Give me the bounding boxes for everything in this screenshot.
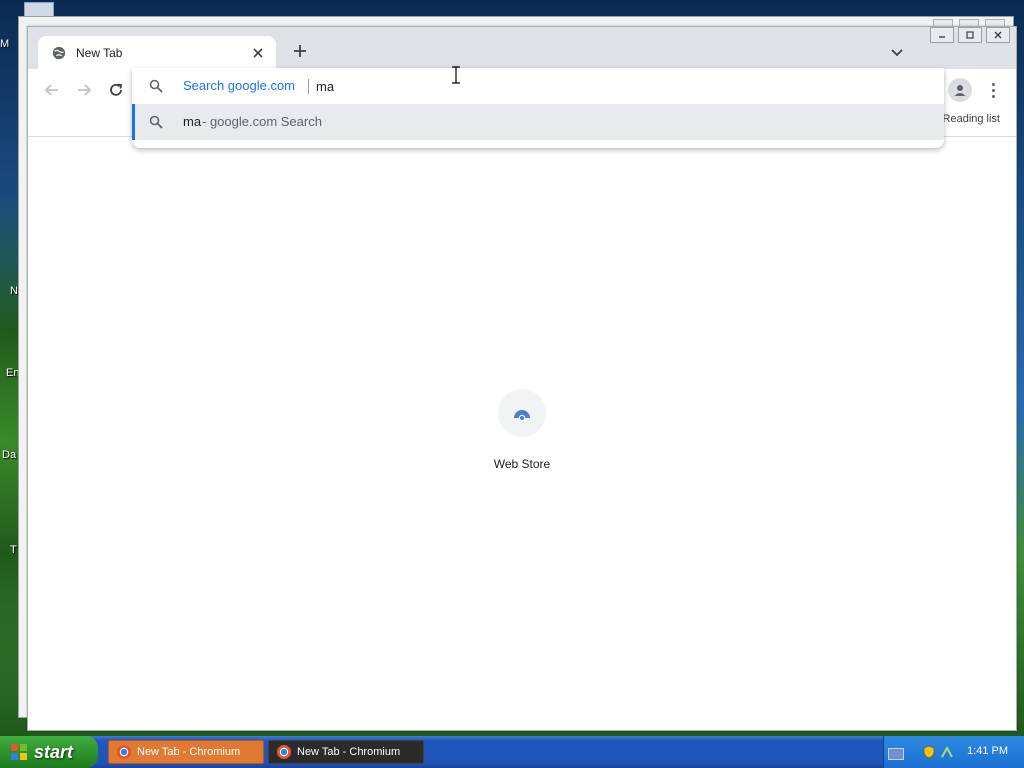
search-icon xyxy=(149,115,163,129)
reload-icon xyxy=(110,83,123,96)
keyboard-icon[interactable] xyxy=(888,748,904,760)
search-icon xyxy=(149,79,163,93)
forward-arrow-icon xyxy=(78,84,92,96)
system-tray: 1:41 PM xyxy=(883,736,1024,768)
text-cursor-icon xyxy=(452,66,460,84)
shortcut-label: Web Store xyxy=(493,457,551,471)
close-tab-icon[interactable] xyxy=(250,45,266,61)
chromium-icon xyxy=(277,745,291,759)
maximize-button[interactable] xyxy=(958,27,982,43)
suggestion-description: - google.com Search xyxy=(202,114,322,129)
profile-button[interactable] xyxy=(948,78,972,102)
new-tab-page: Web Store xyxy=(28,137,1016,730)
desktop-label-2: N xyxy=(10,285,18,297)
globe-icon xyxy=(52,46,66,59)
close-button[interactable] xyxy=(986,27,1010,43)
reading-list-button[interactable]: Reading list xyxy=(943,113,1000,125)
taskbar: start New Tab - Chromium New Tab - Chrom… xyxy=(0,736,1024,768)
chromium-icon xyxy=(117,745,131,759)
desktop-label-5: T xyxy=(10,544,17,556)
shortcut-web-store[interactable]: Web Store xyxy=(480,389,564,471)
desktop-label-4: Da xyxy=(2,449,17,461)
minimize-icon xyxy=(939,36,945,38)
network-icon[interactable] xyxy=(940,745,954,759)
plus-icon xyxy=(294,45,306,57)
windows-flag-icon xyxy=(11,744,27,760)
back-arrow-icon xyxy=(44,84,58,96)
tab-search-button[interactable] xyxy=(888,43,906,61)
minimize-button[interactable] xyxy=(930,27,954,43)
kebab-menu-icon[interactable] xyxy=(983,79,1003,101)
shield-icon[interactable] xyxy=(922,745,936,759)
chevron-down-icon xyxy=(891,49,903,57)
new-tab-button[interactable] xyxy=(290,41,310,61)
web-store-icon xyxy=(514,410,530,422)
tab-title: New Tab xyxy=(76,45,123,60)
back-button[interactable] xyxy=(42,80,62,100)
taskbar-button-label: New Tab - Chromium xyxy=(297,746,401,758)
keyword-divider xyxy=(308,79,309,94)
search-engine-keyword: Search google.com xyxy=(183,78,296,93)
start-label: start xyxy=(34,741,74,762)
close-icon xyxy=(994,31,1002,39)
start-button[interactable]: start xyxy=(0,736,98,768)
omnibox-suggestion[interactable]: ma - google.com Search xyxy=(132,104,944,140)
selection-indicator xyxy=(132,104,135,140)
forward-button[interactable] xyxy=(74,80,94,100)
address-bar-input[interactable] xyxy=(316,76,916,96)
restore-icon xyxy=(966,31,974,39)
window-controls xyxy=(930,27,1010,43)
desktop-label-1: M xyxy=(0,38,10,50)
taskbar-button-2[interactable]: New Tab - Chromium xyxy=(268,740,424,764)
tab-strip: New Tab xyxy=(28,27,1016,69)
tab-new-tab[interactable]: New Tab xyxy=(38,36,276,69)
clock: 1:41 PM xyxy=(967,745,1008,757)
shortcut-tile xyxy=(498,389,546,437)
taskbar-button-1[interactable]: New Tab - Chromium xyxy=(108,740,264,764)
omnibox-dropdown: Search google.com ma - google.com Search xyxy=(132,68,944,148)
suggestion-query: ma xyxy=(183,114,202,129)
reload-button[interactable] xyxy=(106,80,126,100)
taskbar-button-label: New Tab - Chromium xyxy=(137,746,241,758)
omnibox: Search google.com xyxy=(132,68,944,104)
person-icon xyxy=(954,85,966,96)
